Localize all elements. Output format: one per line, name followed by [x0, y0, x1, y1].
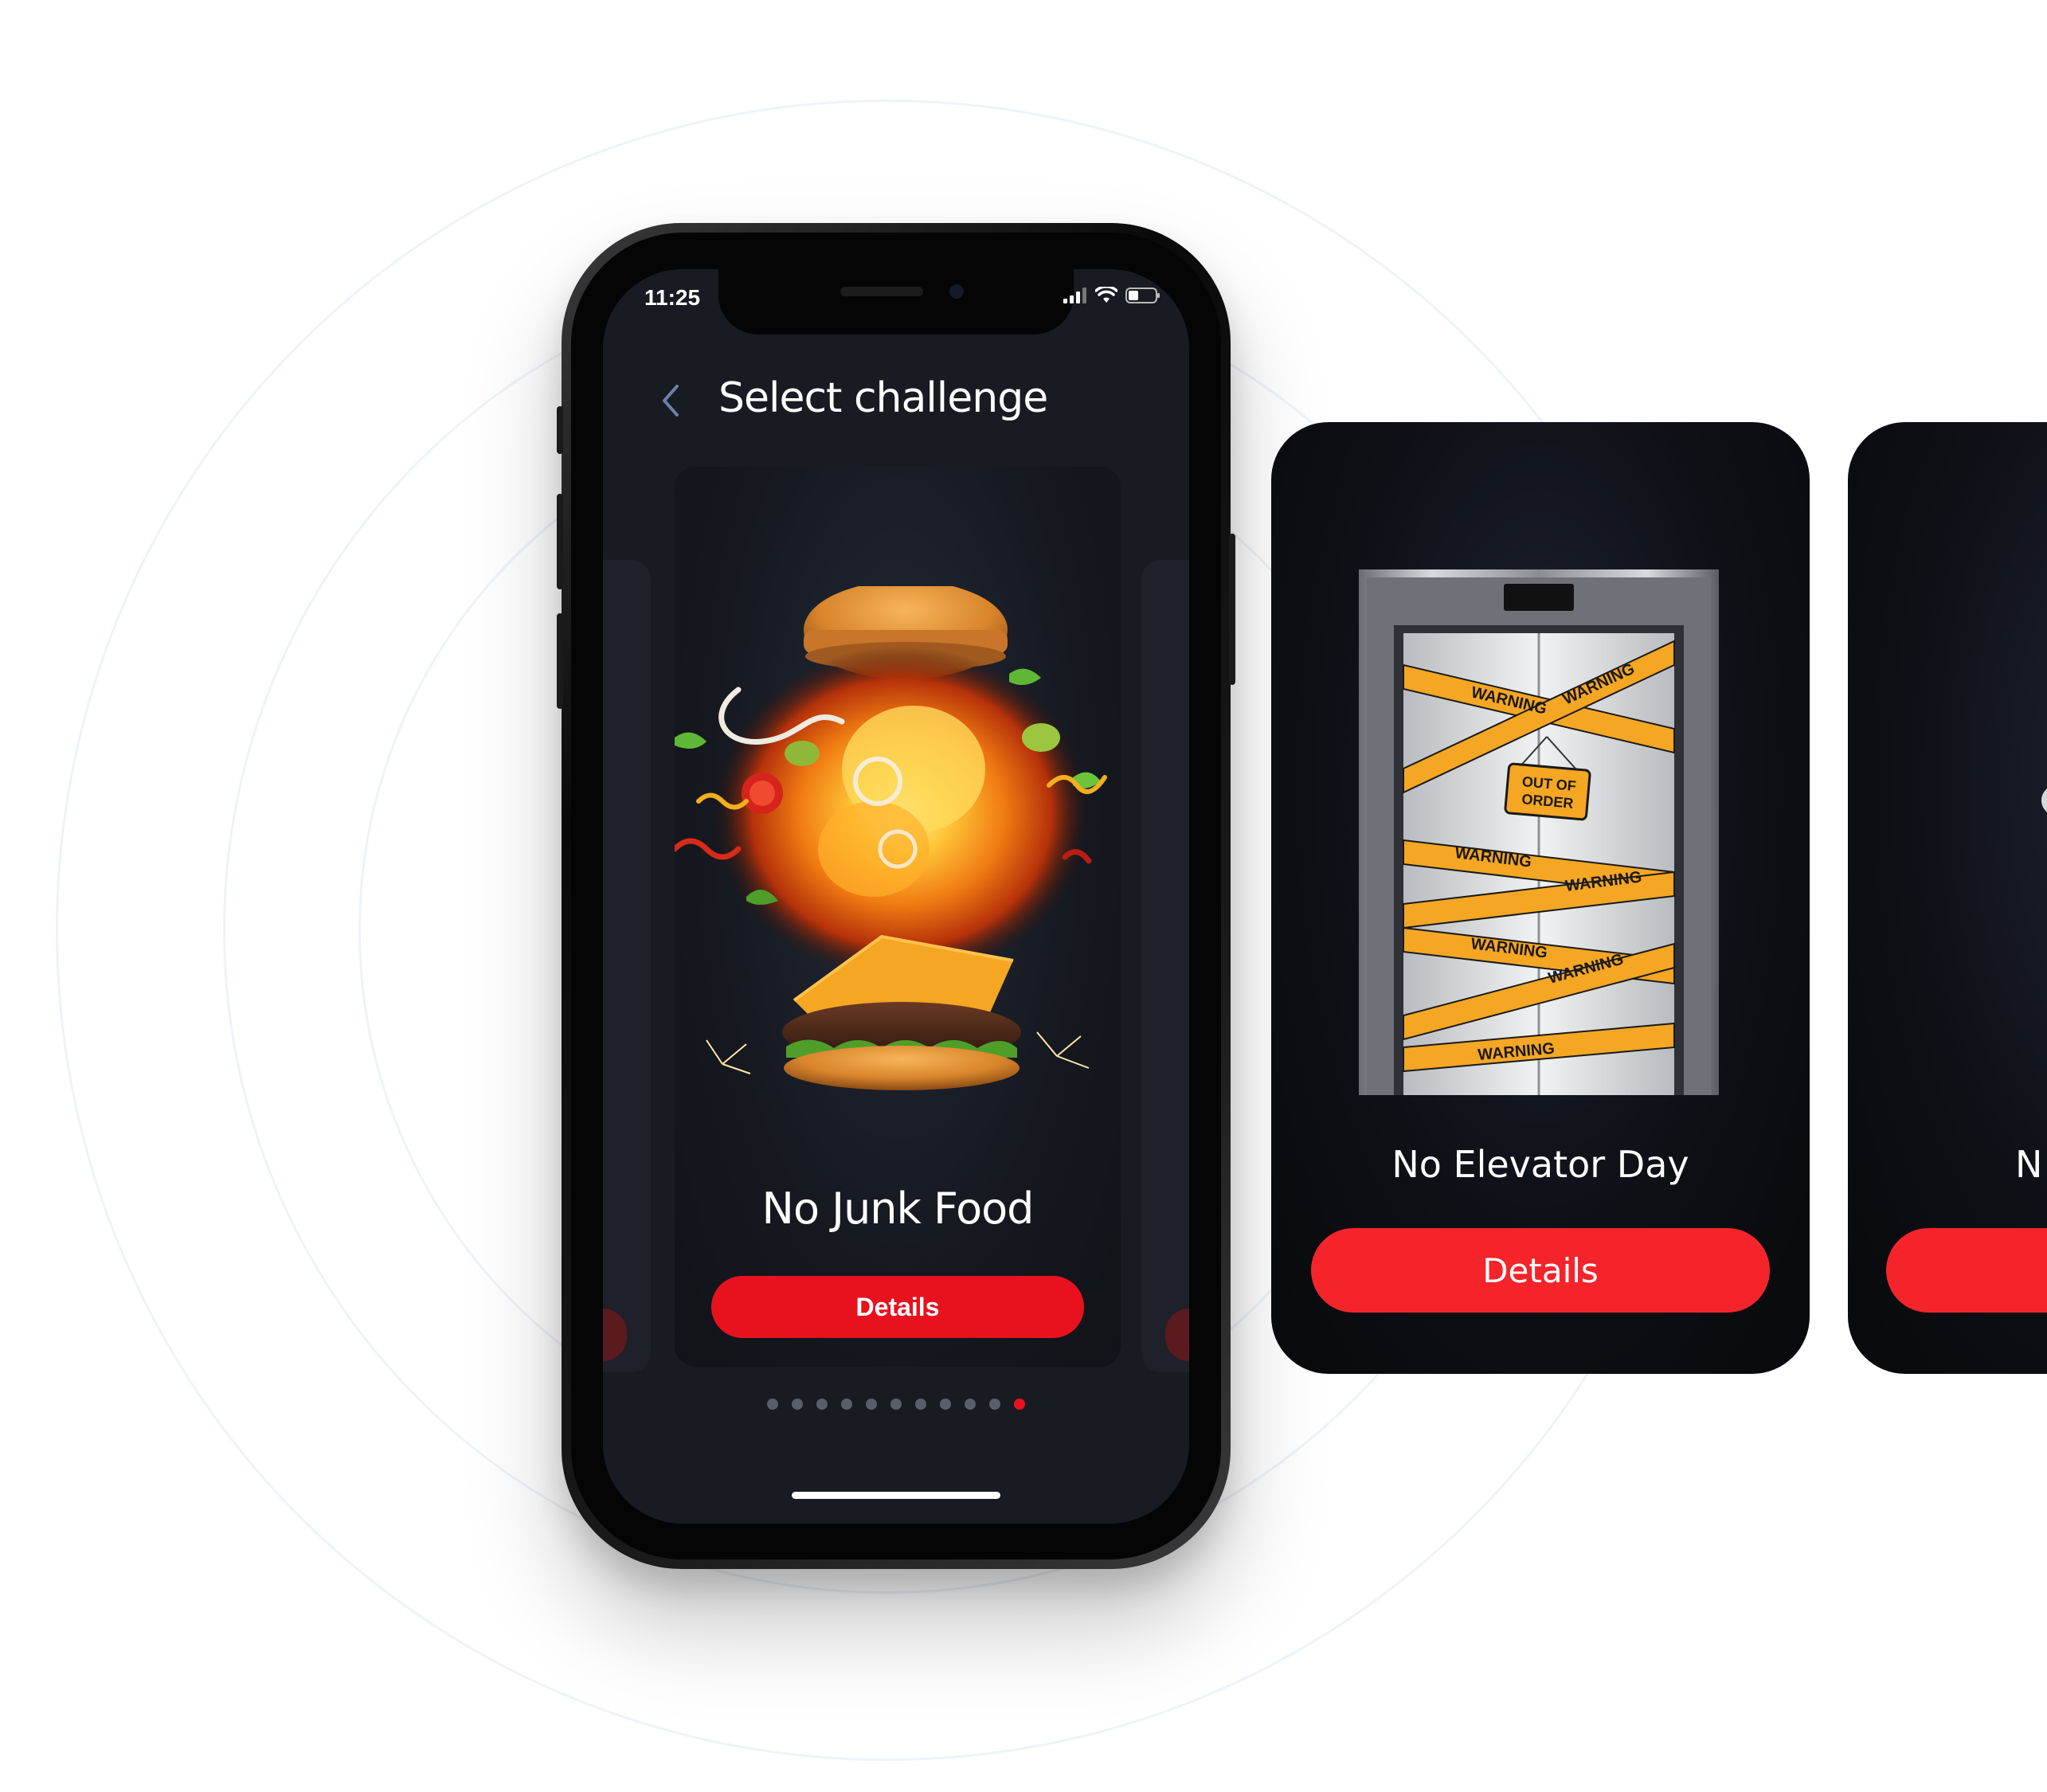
page-dot[interactable] — [1014, 1399, 1025, 1410]
challenge-title: N — [2015, 1143, 2043, 1186]
page-title: Select challenge — [718, 374, 1048, 422]
prev-card-peek[interactable] — [603, 560, 651, 1372]
page-dot[interactable] — [940, 1399, 951, 1410]
volume-up-button — [557, 494, 563, 589]
challenge-card-elevator[interactable]: WARNING WARNING WARNING WARNING WARNING … — [1271, 422, 1810, 1374]
status-bar: 11:25 — [603, 269, 1189, 333]
page-dot[interactable] — [989, 1399, 1000, 1410]
phone-mockup: 11:25 Select challenge No Junk Food Deta… — [557, 223, 1235, 1569]
volume-down-button — [557, 613, 563, 709]
challenge-card[interactable]: No Junk Food Details — [675, 467, 1121, 1367]
chevron-left-icon — [663, 385, 679, 417]
page-dot[interactable] — [792, 1399, 803, 1410]
details-button[interactable] — [1886, 1228, 2047, 1313]
elevator-warning-illustration: WARNING WARNING WARNING WARNING WARNING … — [1359, 569, 1719, 1095]
page-dot[interactable] — [965, 1399, 976, 1410]
details-button[interactable]: Details — [711, 1276, 1084, 1338]
status-time: 11:25 — [644, 285, 701, 310]
back-button[interactable] — [651, 381, 691, 421]
challenge-title: No Elevator Day — [1391, 1143, 1689, 1186]
phone-screen: 11:25 Select challenge No Junk Food Deta… — [603, 269, 1189, 1524]
page-dot[interactable] — [841, 1399, 852, 1410]
page-dot[interactable] — [767, 1399, 778, 1410]
details-button[interactable]: Details — [1311, 1228, 1770, 1313]
page-dot[interactable] — [816, 1399, 828, 1410]
home-indicator[interactable] — [792, 1492, 1000, 1499]
chained-phone-illustration — [2041, 788, 2047, 812]
mute-switch — [557, 406, 563, 454]
next-card-peek[interactable] — [1141, 560, 1189, 1372]
battery-icon — [1125, 288, 1160, 303]
challenge-card-cropped[interactable]: N — [1848, 422, 2047, 1374]
page-dot[interactable] — [890, 1399, 902, 1410]
page-dot[interactable] — [866, 1399, 877, 1410]
status-icons — [1063, 287, 1160, 304]
signal-icon — [1063, 288, 1086, 303]
burger-explosion-illustration — [675, 586, 1107, 1090]
showcase-stage: 11:25 Select challenge No Junk Food Deta… — [0, 0, 2047, 1792]
challenge-title: No Junk Food — [761, 1184, 1035, 1234]
next-card-button-peek — [1165, 1309, 1189, 1361]
power-button — [1229, 534, 1235, 685]
page-dot[interactable] — [915, 1399, 926, 1410]
nav-header: Select challenge — [603, 365, 1189, 436]
wifi-icon — [1095, 287, 1117, 303]
page-indicator — [603, 1399, 1189, 1410]
prev-card-button-peek — [603, 1309, 627, 1361]
